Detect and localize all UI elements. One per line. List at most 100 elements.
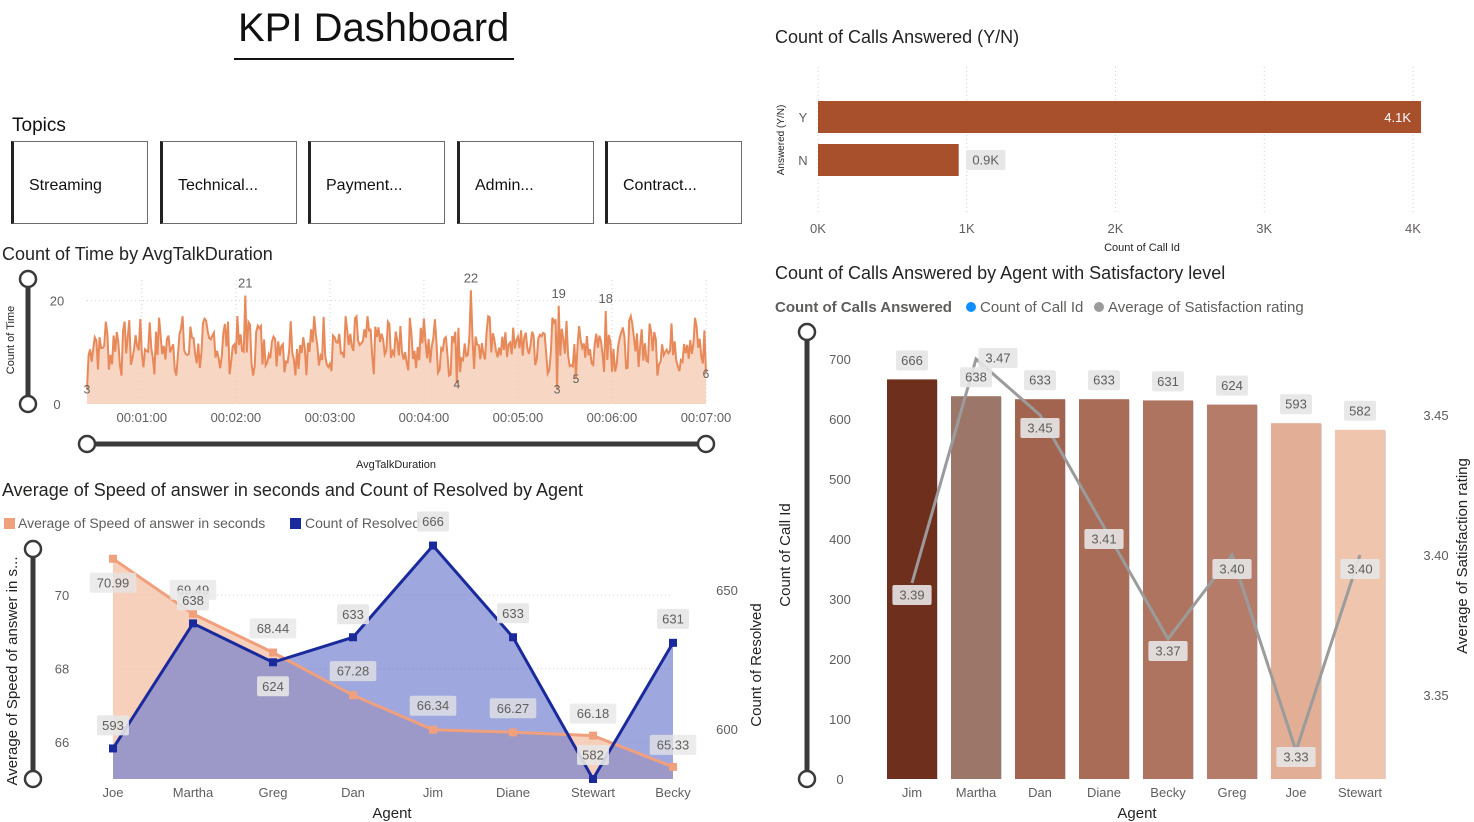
- speed-legend-label: Average of Speed of answer in seconds: [18, 515, 265, 531]
- topic-tile-payment[interactable]: Payment...: [308, 141, 445, 224]
- speed-marker[interactable]: [589, 731, 597, 740]
- resolved-data-label: 633: [342, 607, 364, 622]
- answered-y-axis-title: Answered (Y/N): [776, 105, 787, 176]
- resolved-data-label: 666: [422, 514, 444, 529]
- speed-category-label: Joe: [103, 785, 124, 800]
- talk-x-tick: 00:05:00: [493, 410, 544, 425]
- agent-y-slider-handle-bottom[interactable]: [797, 769, 817, 789]
- speed-category-label: Greg: [259, 785, 288, 800]
- satisfaction-data-label: 3.41: [1091, 532, 1116, 547]
- resolved-marker[interactable]: [669, 638, 677, 647]
- agent-y-left-tick: 200: [829, 652, 851, 667]
- agent-bar-value-label: 666: [901, 353, 923, 368]
- resolved-marker[interactable]: [509, 633, 517, 642]
- speed-x-axis-title: Agent: [372, 805, 412, 822]
- agent-bar-martha[interactable]: [951, 396, 1001, 779]
- talk-y-slider-handle-bottom[interactable]: [18, 394, 38, 414]
- agent-category-label: Joe: [1286, 785, 1307, 800]
- speed-data-label: 66.34: [417, 698, 450, 713]
- agent-bar-value-label: 633: [1029, 373, 1051, 388]
- speed-y-right-tick: 650: [716, 583, 738, 598]
- speed-data-label: 66.27: [497, 701, 530, 716]
- agent-y-left-tick: 700: [829, 352, 851, 367]
- talk-x-tick: 00:02:00: [211, 410, 262, 425]
- resolved-marker[interactable]: [269, 658, 277, 667]
- agent-bar-diane[interactable]: [1079, 399, 1129, 779]
- agent-y-slider-handle-top[interactable]: [797, 322, 817, 342]
- answered-x-tick: 0K: [810, 221, 826, 236]
- speed-y-left-tick: 66: [55, 735, 69, 750]
- speed-resolved-chart: Average of Speed of answer in seconds Cou…: [4, 511, 765, 822]
- resolved-marker[interactable]: [589, 775, 597, 783]
- resolved-marker[interactable]: [109, 744, 117, 753]
- agent-y-left-tick: 500: [829, 472, 851, 487]
- speed-marker[interactable]: [109, 554, 117, 563]
- topic-tile-technical[interactable]: Technical...: [160, 141, 297, 224]
- resolved-data-label: 631: [662, 611, 684, 626]
- speed-y-slider-handle-top[interactable]: [23, 539, 43, 559]
- speed-marker[interactable]: [509, 728, 517, 737]
- answered-category-label: N: [798, 153, 807, 168]
- talk-y-axis-title: Count of Time: [5, 306, 17, 374]
- resolved-marker[interactable]: [429, 541, 437, 550]
- talk-duration-chart: 0 20 00:01:00 00:02:00 00:03:00 00:04:00 00:05…: [5, 269, 731, 471]
- speed-marker[interactable]: [429, 725, 437, 734]
- speed-data-label: 70.99: [97, 575, 130, 590]
- speed-y-left-axis-title: Average of Speed of answer in s...: [4, 556, 21, 785]
- agent-bar-joe[interactable]: [1271, 423, 1321, 779]
- agent-y-right-tick: 3.45: [1423, 408, 1448, 423]
- speed-marker[interactable]: [349, 691, 357, 700]
- agent-bar-value-label: 593: [1285, 397, 1307, 412]
- talk-x-tick: 00:06:00: [587, 410, 638, 425]
- agent-category-label: Diane: [1087, 785, 1121, 800]
- agent-bar-value-label: 633: [1093, 373, 1115, 388]
- talk-x-tick: 00:01:00: [117, 410, 168, 425]
- answered-x-tick: 1K: [959, 221, 975, 236]
- talk-trough-label: 3: [84, 383, 91, 397]
- answered-x-tick: 3K: [1256, 221, 1272, 236]
- talk-x-slider-handle-right[interactable]: [696, 434, 716, 454]
- speed-category-label: Stewart: [571, 785, 615, 800]
- agent-bar-becky[interactable]: [1143, 400, 1193, 779]
- topic-tile-admin[interactable]: Admin...: [457, 141, 594, 224]
- speed-y-slider-handle-bottom[interactable]: [23, 769, 43, 789]
- talk-x-slider-handle-left[interactable]: [77, 434, 97, 454]
- speed-y-left-tick: 70: [55, 588, 69, 603]
- answered-bar-Y[interactable]: [818, 101, 1422, 133]
- answered-x-tick: 4K: [1405, 221, 1421, 236]
- speed-category-label: Diane: [496, 785, 530, 800]
- talk-chart-title: Count of Time by AvgTalkDuration: [2, 244, 273, 264]
- speed-marker[interactable]: [669, 762, 677, 771]
- topic-tile-contract[interactable]: Contract...: [605, 141, 742, 224]
- agent-chart-title: Count of Calls Answered by Agent with Sa…: [775, 263, 1226, 283]
- talk-y-slider-handle-top[interactable]: [18, 269, 38, 289]
- agent-bar-greg[interactable]: [1207, 404, 1257, 779]
- topic-tile-label: Payment...: [326, 177, 403, 194]
- resolved-marker[interactable]: [349, 633, 357, 642]
- satisfaction-legend-label: Average of Satisfaction rating: [1108, 299, 1304, 316]
- answered-bar-N[interactable]: [818, 144, 959, 176]
- speed-marker[interactable]: [189, 609, 197, 618]
- agent-legend-title: Count of Calls Answered: [775, 299, 952, 316]
- resolved-marker[interactable]: [189, 619, 197, 628]
- speed-category-label: Martha: [173, 785, 214, 800]
- answered-category-label: Y: [799, 110, 808, 125]
- talk-area-fill: [87, 290, 706, 404]
- talk-trough-label: 6: [703, 367, 710, 381]
- talk-trough-label: 5: [573, 372, 580, 386]
- satisfaction-data-label: 3.40: [1347, 562, 1372, 577]
- resolved-data-label: 638: [182, 593, 204, 608]
- talk-x-tick: 00:03:00: [305, 410, 356, 425]
- agent-category-label: Greg: [1218, 785, 1247, 800]
- speed-y-right-tick: 600: [716, 722, 738, 737]
- satisfaction-data-label: 3.47: [985, 351, 1010, 366]
- satisfaction-data-label: 3.39: [899, 588, 924, 603]
- topic-tile-streaming[interactable]: Streaming: [11, 141, 148, 224]
- speed-y-right-axis-title: Count of Resolved: [748, 603, 765, 726]
- count-legend-swatch: [966, 302, 976, 312]
- speed-data-label: 68.44: [257, 621, 290, 636]
- topic-tile-label: Admin...: [475, 177, 534, 194]
- speed-marker[interactable]: [269, 648, 277, 657]
- satisfaction-data-label: 3.37: [1155, 644, 1180, 659]
- agent-bar-dan[interactable]: [1015, 399, 1065, 779]
